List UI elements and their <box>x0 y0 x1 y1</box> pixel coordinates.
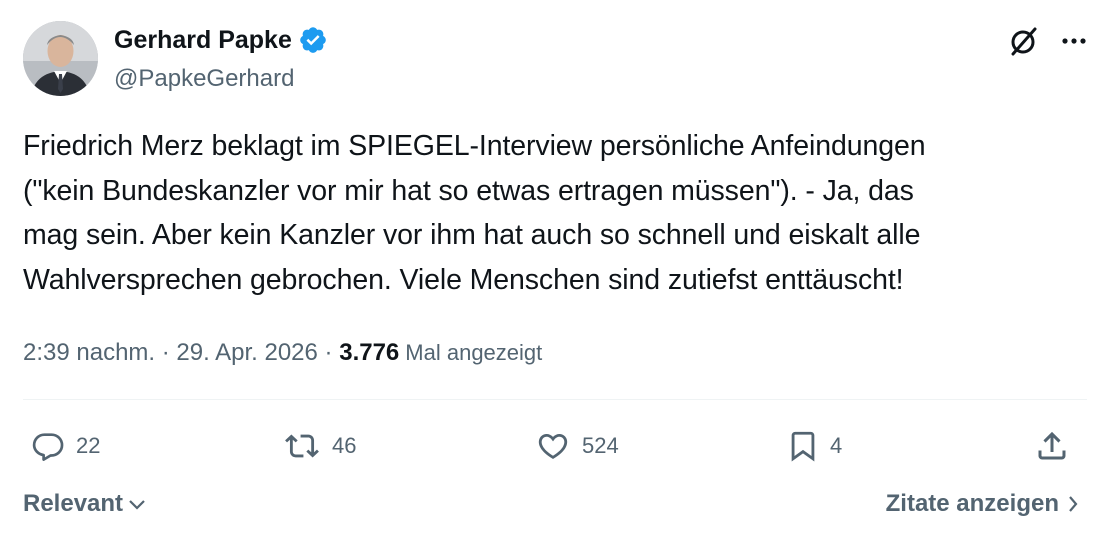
quotes-label: Zitate anzeigen <box>885 490 1059 517</box>
author-name-row: Gerhard Papke <box>114 25 328 55</box>
tweet-meta: 2:39 nachm. · 29. Apr. 2026 · 3.776 Mal … <box>23 336 542 370</box>
reply-button[interactable]: 22 <box>30 426 100 466</box>
tweet-top-actions <box>1007 24 1087 58</box>
more-icon[interactable] <box>1061 36 1087 46</box>
meta-separator: · <box>155 339 177 366</box>
tweet-card: Gerhard Papke @PapkeGerhard Friedrich Me… <box>0 0 1111 537</box>
avatar[interactable] <box>23 21 98 96</box>
reply-count: 22 <box>76 433 101 458</box>
like-count: 524 <box>582 433 619 458</box>
chevron-down-icon <box>129 500 145 510</box>
divider <box>23 399 1087 400</box>
view-quotes-link[interactable]: Zitate anzeigen <box>886 490 1079 518</box>
bookmark-count: 4 <box>830 433 843 458</box>
tweet-time[interactable]: 2:39 nachm. <box>23 336 155 370</box>
views-label: Mal angezeigt <box>405 340 543 365</box>
views-count: 3.776 <box>339 339 400 366</box>
chevron-right-icon <box>1069 496 1078 512</box>
meta-separator: · <box>317 339 340 366</box>
repost-count: 46 <box>332 433 357 458</box>
like-button[interactable]: 524 <box>534 426 619 466</box>
sort-label: Relevant <box>23 490 124 517</box>
action-bar: 22 46 524 4 <box>30 426 1080 466</box>
repost-icon <box>285 434 319 458</box>
author-handle[interactable]: @PapkeGerhard <box>114 64 294 94</box>
tweet-date[interactable]: 29. Apr. 2026 <box>176 336 317 370</box>
like-icon <box>538 433 568 459</box>
reply-icon <box>32 433 64 461</box>
author-display-name[interactable]: Gerhard Papke <box>114 25 292 55</box>
grok-icon[interactable] <box>1007 24 1041 58</box>
tweet-text: Friedrich Merz beklagt im SPIEGEL-Interv… <box>23 130 926 296</box>
sort-dropdown[interactable]: Relevant <box>23 490 147 518</box>
share-button[interactable] <box>1034 426 1070 466</box>
repost-button[interactable]: 46 <box>282 426 356 466</box>
verified-badge-icon[interactable] <box>298 25 328 55</box>
bookmark-icon <box>791 431 815 462</box>
avatar-image <box>23 21 98 96</box>
share-icon <box>1038 431 1066 460</box>
bookmark-button[interactable]: 4 <box>786 426 842 466</box>
